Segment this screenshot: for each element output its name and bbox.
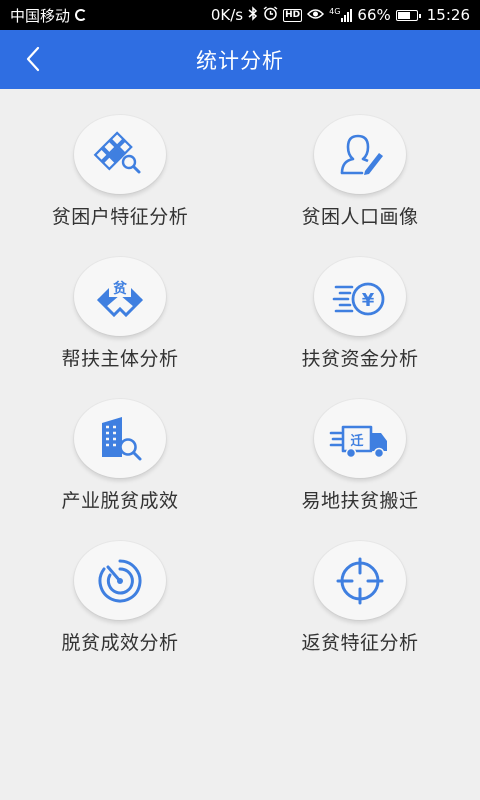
person-edit-icon xyxy=(340,134,383,175)
icon-circle xyxy=(74,541,166,620)
menu-item-relocation[interactable]: 迁 易地扶贫搬迁 xyxy=(240,373,480,513)
icon-circle xyxy=(74,399,166,478)
menu-item-label: 返贫特征分析 xyxy=(301,632,419,654)
header-bar: 统计分析 xyxy=(0,30,480,89)
menu-item-industry-results[interactable]: 产业脱贫成效 xyxy=(0,373,240,513)
clock-time: 15:26 xyxy=(426,6,470,24)
yuan-coin-icon: ¥ xyxy=(332,282,385,315)
menu-item-label: 扶贫资金分析 xyxy=(301,348,419,370)
menu-item-poverty-exit-results[interactable]: 脱贫成效分析 xyxy=(0,515,240,655)
battery-percent: 66% xyxy=(357,6,391,24)
carrier-name: 中国移动 xyxy=(10,6,71,25)
badge-text: 贫 xyxy=(113,280,128,297)
page-title: 统计分析 xyxy=(196,48,284,73)
network-type: 4G xyxy=(329,7,341,16)
status-bar: 中国移动 0K/s HD 4G 66% 15:26 xyxy=(0,0,480,30)
battery-icon xyxy=(395,9,421,21)
icon-circle: 迁 xyxy=(314,399,406,478)
menu-item-label: 易地扶贫搬迁 xyxy=(301,490,419,512)
menu-item-household-features[interactable]: 贫困户特征分析 xyxy=(0,89,240,229)
icon-circle xyxy=(314,541,406,620)
grid-search-icon xyxy=(93,130,141,173)
icon-circle: ¥ xyxy=(314,257,406,336)
menu-item-funding[interactable]: ¥ 扶贫资金分析 xyxy=(240,231,480,371)
menu-item-label: 贫困户特征分析 xyxy=(51,206,189,228)
poverty-badge-icon: 贫 xyxy=(96,276,144,317)
menu-item-label: 产业脱贫成效 xyxy=(61,490,179,512)
menu-item-label: 脱贫成效分析 xyxy=(61,632,179,654)
menu-item-support-entities[interactable]: 贫 帮扶主体分析 xyxy=(0,231,240,371)
back-button[interactable] xyxy=(18,44,48,74)
icon-circle xyxy=(74,115,166,194)
net-speed: 0K/s xyxy=(210,6,244,24)
chevron-left-icon xyxy=(26,46,40,72)
alarm-icon xyxy=(263,5,278,25)
loading-icon xyxy=(75,9,88,21)
bluetooth-icon xyxy=(248,5,258,25)
radar-icon xyxy=(98,559,142,602)
truck-text: 迁 xyxy=(350,433,363,449)
icon-circle: 贫 xyxy=(74,257,166,336)
menu-item-return-to-poverty[interactable]: 返贫特征分析 xyxy=(240,515,480,655)
coin-symbol: ¥ xyxy=(362,290,375,311)
crosshair-icon xyxy=(336,557,384,604)
menu-item-population-profile[interactable]: 贫困人口画像 xyxy=(240,89,480,229)
hd-icon: HD xyxy=(283,8,303,22)
signal-icon: 4G xyxy=(329,7,353,22)
menu-item-label: 贫困人口画像 xyxy=(301,206,419,228)
eye-icon xyxy=(307,6,325,24)
building-search-icon xyxy=(102,416,142,460)
icon-circle xyxy=(314,115,406,194)
menu-item-label: 帮扶主体分析 xyxy=(61,348,179,370)
moving-truck-icon: 迁 xyxy=(329,425,387,458)
